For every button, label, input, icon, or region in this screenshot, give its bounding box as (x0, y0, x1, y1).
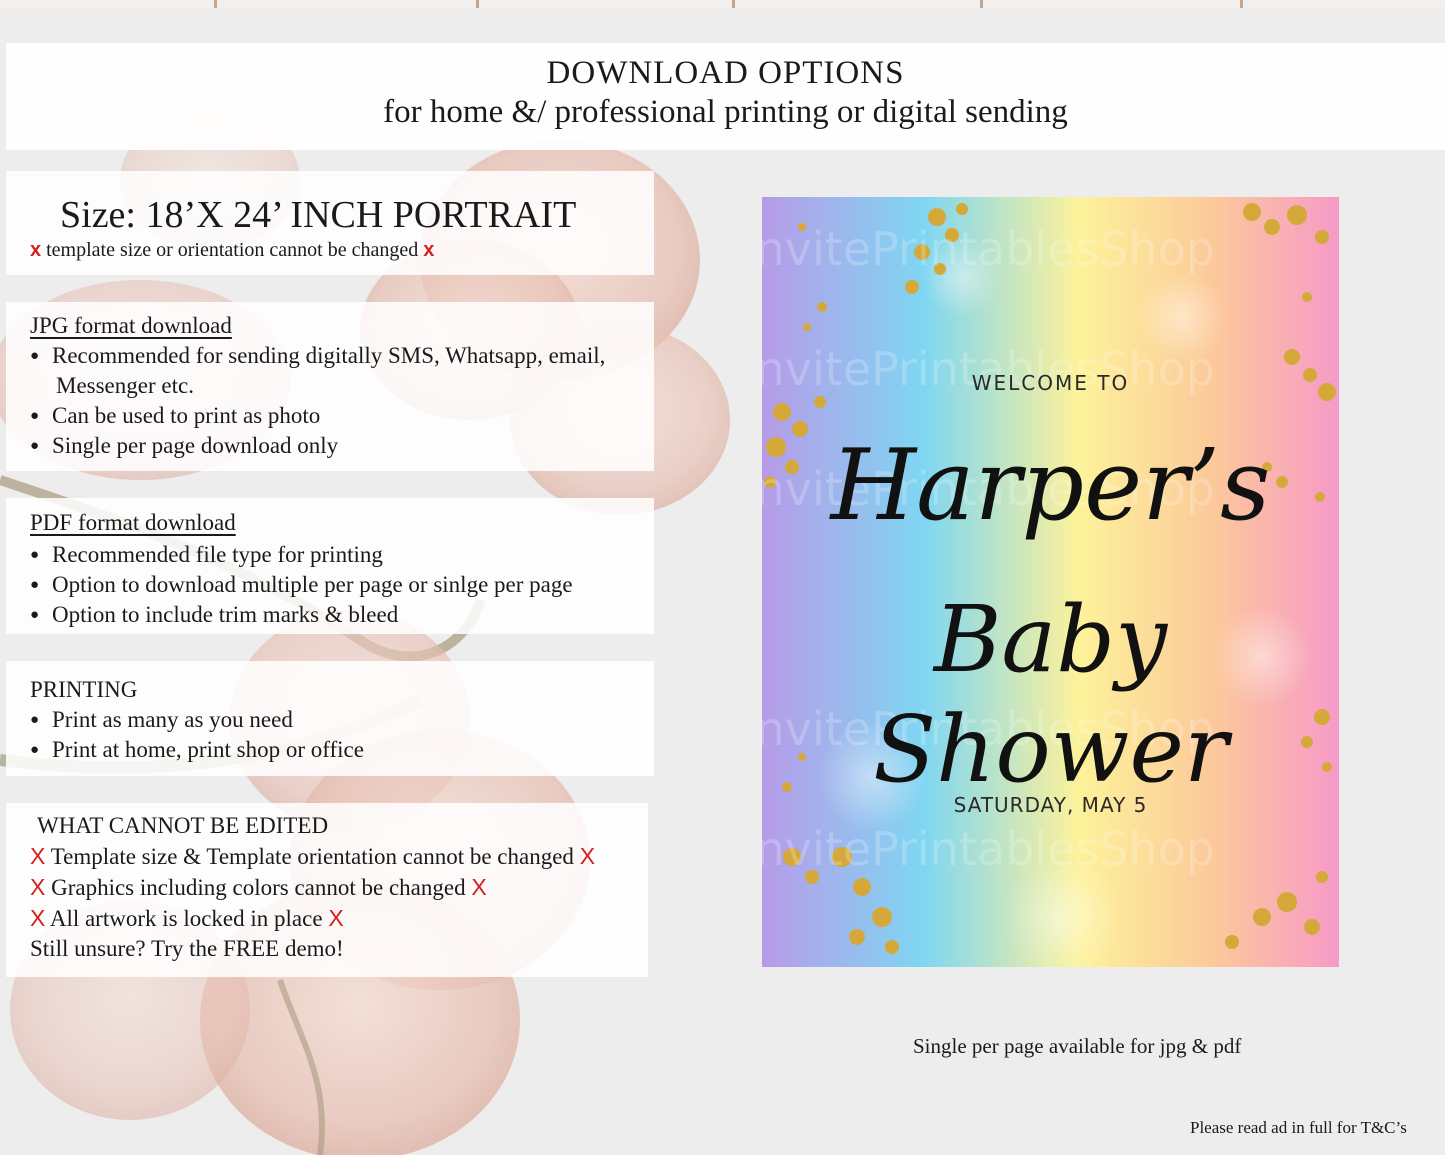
pdf-list: Recommended file type for printing Optio… (30, 540, 654, 630)
jpg-panel: JPG format download Recommended for send… (6, 302, 654, 471)
x-mark-icon: X (30, 905, 46, 931)
x-mark-icon: X (30, 843, 46, 869)
printing-title: PRINTING (30, 677, 138, 702)
watermark: InvitePrintablesShop (762, 222, 1216, 276)
x-mark-icon: x (423, 239, 435, 261)
demo-note: Still unsure? Try the FREE demo! (30, 936, 344, 961)
poster-event: Baby Shower (873, 586, 1228, 803)
list-item: Print at home, print shop or office (30, 735, 654, 765)
poster-date: SATURDAY, MAY 5 (953, 793, 1148, 817)
list-item: Option to include trim marks & bleed (30, 600, 654, 630)
download-options-header: DOWNLOAD OPTIONS for home &/ professiona… (6, 43, 1445, 150)
edit-panel: WHAT CANNOT BE EDITED X Template size & … (6, 803, 648, 977)
jpg-list: Recommended for sending digitally SMS, W… (30, 341, 654, 461)
poster-welcome-text: WELCOME TO (971, 371, 1130, 395)
list-item: Single per page download only (30, 431, 654, 461)
x-mark-icon: X (30, 874, 46, 900)
x-mark-icon: X (471, 874, 487, 900)
pdf-title: PDF format download (30, 510, 236, 535)
page-subtitle: for home &/ professional printing or dig… (383, 94, 1068, 130)
size-note-text: template size or orientation cannot be c… (46, 239, 419, 261)
edit-item: X All artwork is locked in place X (30, 905, 344, 931)
terms-footnote: Please read ad in full for T&C’s (1190, 1118, 1407, 1137)
edit-item: X Graphics including colors cannot be ch… (30, 874, 487, 900)
pdf-panel: PDF format download Recommended file typ… (6, 498, 654, 634)
edit-item: X Template size & Template orientation c… (30, 843, 596, 869)
edit-title: WHAT CANNOT BE EDITED (37, 813, 329, 838)
poster-name: Harper’s (830, 429, 1271, 543)
x-mark-icon: X (328, 905, 344, 931)
page-title: DOWNLOAD OPTIONS (546, 55, 905, 91)
list-item: Print as many as you need (30, 705, 654, 735)
printing-list: Print as many as you need Print at home,… (30, 705, 654, 765)
baby-shower-poster-preview: InvitePrintablesShop InvitePrintablesSho… (762, 197, 1339, 967)
size-note: x template size or orientation cannot be… (30, 237, 654, 263)
jpg-title: JPG format download (30, 313, 232, 338)
size-panel: Size: 18’X 24’ INCH PORTRAIT x template … (6, 171, 654, 275)
list-item: Recommended for sending digitally SMS, W… (30, 341, 654, 401)
printing-panel: PRINTING Print as many as you need Print… (6, 661, 654, 776)
list-item: Can be used to print as photo (30, 401, 654, 431)
x-mark-icon: X (579, 843, 596, 869)
list-item: Option to download multiple per page or … (30, 570, 654, 600)
format-caption: Single per page available for jpg & pdf (913, 1034, 1242, 1058)
x-mark-icon: x (30, 239, 42, 261)
size-title: Size: 18’X 24’ INCH PORTRAIT (60, 194, 577, 236)
list-item: Recommended file type for printing (30, 540, 654, 570)
watermark: InvitePrintablesShop (762, 822, 1216, 876)
